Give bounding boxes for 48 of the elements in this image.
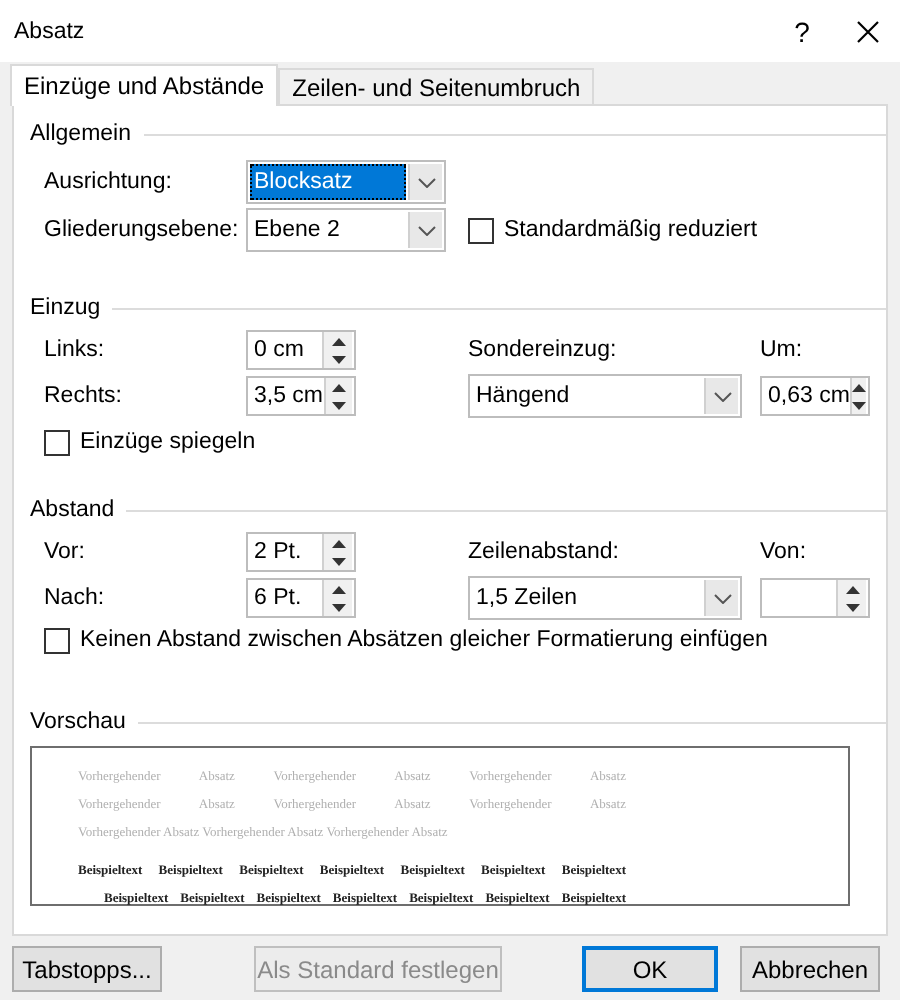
spin-arrows-icon[interactable] (322, 580, 352, 616)
checkbox[interactable] (468, 217, 494, 243)
window-title: Absatz (14, 19, 87, 43)
spin-arrows-icon[interactable] (836, 580, 866, 616)
spin-arrows-icon[interactable] (322, 332, 352, 368)
dropdown[interactable]: 1,5 Zeilen (468, 576, 742, 620)
dialog-button[interactable]: OK (582, 946, 718, 992)
help-button[interactable]: ? (772, 15, 832, 47)
section-title: Vorschau (30, 710, 126, 734)
spin-field[interactable]: 2 Pt. (246, 532, 356, 572)
field-label: Von: (760, 540, 809, 564)
field-label: Ausrichtung: (44, 170, 174, 194)
chevron-down-icon[interactable] (408, 212, 442, 248)
dialog-button[interactable]: Tabstopps... (12, 946, 162, 992)
checkbox[interactable] (44, 429, 70, 455)
spin-field[interactable]: 3,5 cm (246, 376, 356, 416)
spin-field[interactable] (760, 578, 870, 618)
spin-field[interactable]: 0 cm (246, 330, 356, 370)
dialog-button[interactable]: Abbrechen (740, 946, 880, 992)
dropdown[interactable]: Blocksatz (246, 160, 446, 204)
section-title: Abstand (30, 498, 115, 522)
field-label: Rechts: (44, 384, 124, 408)
section-title: Einzug (30, 296, 101, 320)
spin-field[interactable]: 0,63 cm (760, 376, 870, 416)
chevron-down-icon[interactable] (408, 164, 442, 200)
field-label: Zeilenabstand: (468, 540, 621, 564)
checkbox-label: Standardmäßig reduziert (504, 218, 758, 242)
field-label: Um: (760, 338, 805, 362)
tab[interactable]: Einzüge und Abstände (10, 64, 279, 106)
field-label: Gliederungsebene: (44, 218, 241, 242)
checkbox[interactable] (44, 627, 70, 653)
spin-arrows-icon[interactable] (849, 378, 866, 414)
spin-arrows-icon[interactable] (322, 534, 352, 570)
chevron-down-icon[interactable] (704, 580, 738, 616)
field-label: Links: (44, 338, 107, 362)
spin-field[interactable]: 6 Pt. (246, 578, 356, 618)
section-title: Allgemein (30, 122, 131, 146)
field-label: Sondereinzug: (468, 338, 619, 362)
field-label: Nach: (44, 586, 107, 610)
spin-arrows-icon[interactable] (323, 378, 352, 414)
close-icon[interactable] (856, 19, 880, 43)
checkbox-label: Keinen Abstand zwischen Absätzen gleicher Formatierung einfügen (80, 628, 768, 652)
checkbox-label: Einzüge spiegeln (80, 430, 256, 454)
field-label: Vor: (44, 540, 87, 564)
dropdown[interactable]: Hängend (468, 374, 742, 418)
tab[interactable]: Zeilen- und Seitenumbruch (278, 68, 595, 104)
dropdown[interactable]: Ebene 2 (246, 208, 446, 252)
chevron-down-icon[interactable] (704, 378, 738, 414)
